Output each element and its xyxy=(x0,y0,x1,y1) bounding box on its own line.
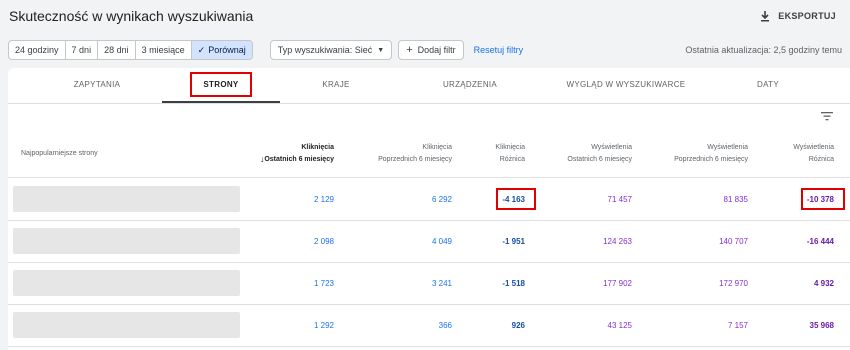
range-3m-button[interactable]: 3 miesiące xyxy=(136,41,192,59)
clicks-previous-header[interactable]: Kliknięcia Poprzednich 6 miesięcy xyxy=(378,142,452,166)
range-7d-button[interactable]: 7 dni xyxy=(66,41,99,59)
filter-rows-icon[interactable] xyxy=(820,110,834,122)
page-url-redacted xyxy=(13,228,240,254)
impressions-previous-cell: 172 970 xyxy=(719,279,748,288)
active-tab-indicator xyxy=(162,101,280,103)
impressions-current-cell: 177 902 xyxy=(603,279,632,288)
clicks-previous-cell: 6 292 xyxy=(431,195,452,204)
header-line: Wyświetlenia xyxy=(793,144,834,151)
range-28d-button[interactable]: 28 dni xyxy=(98,41,136,59)
clicks-difference-cell: 926 xyxy=(511,321,525,330)
header-line: Poprzednich 6 miesięcy xyxy=(674,156,748,163)
sort-descending-icon[interactable]: ↓ xyxy=(260,154,265,164)
filter-bar: 24 godziny 7 dni 28 dni 3 miesiące ✓ Por… xyxy=(8,40,523,60)
table-header: Najpopularniejsze strony Kliknięcia Osta… xyxy=(8,130,850,178)
clicks-difference-highlight xyxy=(496,188,536,210)
impressions-previous-cell: 81 835 xyxy=(723,195,748,204)
page-url-redacted xyxy=(13,312,240,338)
clicks-current-cell: 2 129 xyxy=(313,195,334,204)
page-url-redacted xyxy=(13,270,240,296)
tab-queries[interactable]: ZAPYTANIA xyxy=(50,68,144,104)
impressions-difference-header[interactable]: Wyświetlenia Różnica xyxy=(793,142,834,166)
impressions-difference-highlight xyxy=(801,188,845,210)
clicks-current-cell: 1 723 xyxy=(313,279,334,288)
add-filter-label: Dodaj filtr xyxy=(417,45,456,55)
top-bar: Skuteczność w wynikach wyszukiwania EKSP… xyxy=(0,0,850,34)
page-title: Skuteczność w wynikach wyszukiwania xyxy=(9,8,254,24)
compare-button[interactable]: ✓ Porównaj xyxy=(191,41,252,59)
pages-tab-highlight xyxy=(190,72,252,97)
add-filter-button[interactable]: + Dodaj filtr xyxy=(398,40,464,60)
clicks-previous-cell: 4 049 xyxy=(431,237,452,246)
impressions-current-cell: 124 263 xyxy=(603,237,632,246)
header-line: Różnica xyxy=(499,156,525,163)
header-line: Poprzednich 6 miesięcy xyxy=(378,156,452,163)
download-icon xyxy=(761,11,770,22)
clicks-current-header[interactable]: Kliknięcia Ostatnich 6 miesięcy xyxy=(264,142,334,166)
plus-icon: + xyxy=(406,44,413,56)
clicks-previous-cell: 366 xyxy=(438,321,452,330)
header-line: Kliknięcia xyxy=(422,144,452,151)
last-update-text: Ostatnia aktualizacja: 2,5 godziny temu xyxy=(685,45,842,55)
export-label: EKSPORTUJ xyxy=(778,11,836,21)
header-line: Wyświetlenia xyxy=(591,144,632,151)
impressions-difference-cell: -16 444 xyxy=(806,237,834,246)
dimension-tabs: ZAPYTANIA STRONY KRAJE URZĄDZENIA WYGLĄD… xyxy=(8,68,850,104)
tab-search-appearance[interactable]: WYGLĄD W WYSZUKIWARCE xyxy=(556,68,696,104)
impressions-previous-cell: 140 707 xyxy=(719,237,748,246)
table-row[interactable]: 1 292 366 926 43 125 7 157 35 968 xyxy=(8,305,850,347)
header-line: Wyświetlenia xyxy=(707,144,748,151)
impressions-difference-cell: 4 932 xyxy=(813,279,834,288)
impressions-current-cell: 43 125 xyxy=(607,321,632,330)
table-row[interactable]: 2 098 4 049 -1 951 124 263 140 707 -16 4… xyxy=(8,221,850,263)
header-line: Kliknięcia xyxy=(301,144,334,151)
clicks-current-cell: 2 098 xyxy=(313,237,334,246)
tab-devices[interactable]: URZĄDZENIA xyxy=(420,68,520,104)
impressions-current-cell: 71 457 xyxy=(607,195,632,204)
tab-dates[interactable]: DATY xyxy=(736,68,800,104)
clicks-difference-cell: -1 951 xyxy=(502,237,525,246)
page-url-redacted xyxy=(13,186,240,212)
impressions-previous-cell: 7 157 xyxy=(727,321,748,330)
clicks-current-cell: 1 292 xyxy=(313,321,334,330)
search-type-label: Typ wyszukiwania: Sieć xyxy=(277,45,373,55)
header-line: Różnica xyxy=(808,156,834,163)
export-button[interactable]: EKSPORTUJ xyxy=(759,10,836,22)
header-line: Ostatnich 6 miesięcy xyxy=(264,156,334,163)
date-range-selector: 24 godziny 7 dni 28 dni 3 miesiące ✓ Por… xyxy=(8,40,253,60)
reset-filters-link[interactable]: Resetuj filtry xyxy=(474,45,524,55)
header-line: Kliknięcia xyxy=(495,144,525,151)
compare-label: Porównaj xyxy=(208,45,246,55)
header-line: Ostatnich 6 miesięcy xyxy=(567,156,632,163)
clicks-difference-header[interactable]: Kliknięcia Różnica xyxy=(495,142,525,166)
table-row[interactable]: 1 723 3 241 -1 518 177 902 172 970 4 932 xyxy=(8,263,850,305)
tab-countries[interactable]: KRAJE xyxy=(306,68,366,104)
clicks-difference-cell: -1 518 xyxy=(502,279,525,288)
range-24h-button[interactable]: 24 godziny xyxy=(9,41,66,59)
dropdown-arrow-icon: ▼ xyxy=(377,46,385,54)
table-row[interactable]: 2 129 6 292 -4 163 71 457 81 835 -10 378 xyxy=(8,179,850,221)
impressions-difference-cell: 35 968 xyxy=(809,321,834,330)
impressions-current-header[interactable]: Wyświetlenia Ostatnich 6 miesięcy xyxy=(567,142,632,166)
search-type-dropdown[interactable]: Typ wyszukiwania: Sieć ▼ xyxy=(269,40,393,60)
pages-column-header: Najpopularniejsze strony xyxy=(21,150,98,157)
clicks-previous-cell: 3 241 xyxy=(431,279,452,288)
results-card: ZAPYTANIA STRONY KRAJE URZĄDZENIA WYGLĄD… xyxy=(8,68,850,350)
impressions-previous-header[interactable]: Wyświetlenia Poprzednich 6 miesięcy xyxy=(674,142,748,166)
check-icon: ✓ xyxy=(197,45,206,55)
